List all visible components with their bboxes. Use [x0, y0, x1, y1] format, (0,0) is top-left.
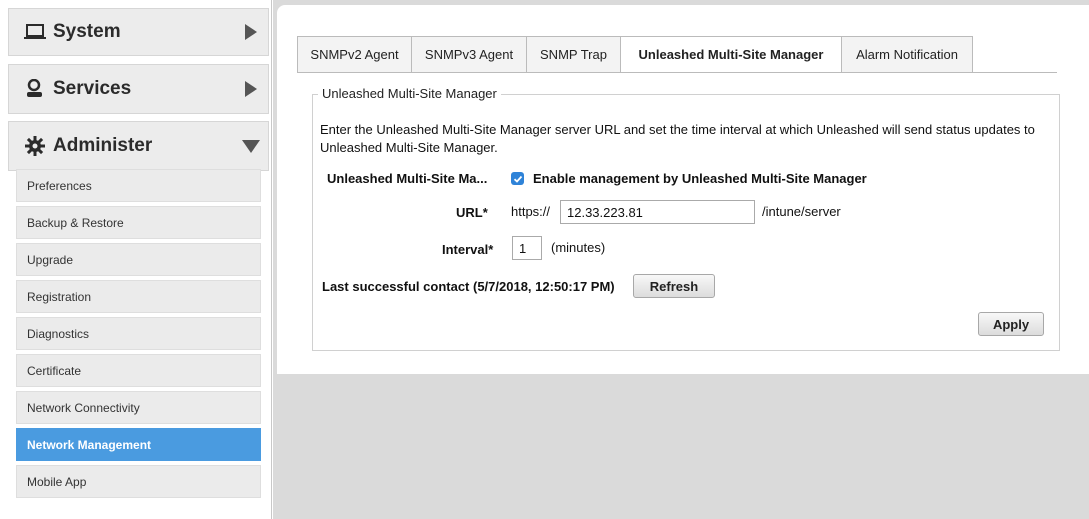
sidebar-item-upgrade[interactable]: Upgrade — [16, 243, 261, 276]
sidebar-item-backup-restore[interactable]: Backup & Restore — [16, 206, 261, 239]
interval-unit: (minutes) — [551, 240, 606, 255]
enable-management-label[interactable]: Enable management by Unleashed Multi-Sit… — [533, 171, 867, 186]
apply-button[interactable]: Apply — [978, 312, 1044, 336]
tab-snmpv3-agent[interactable]: SNMPv3 Agent — [411, 36, 527, 73]
laptop-icon — [23, 21, 47, 43]
url-prefix: https:// — [511, 204, 551, 219]
sidebar-item-network-connectivity[interactable]: Network Connectivity — [16, 391, 261, 424]
sidebar-section-label: Services — [53, 78, 132, 99]
url-suffix: /intune/server — [762, 204, 841, 219]
sidebar-section-system[interactable]: System — [8, 8, 269, 56]
services-icon — [23, 78, 47, 100]
sidebar-section-label: System — [53, 21, 121, 42]
sidebar-section-label: Administer — [53, 135, 153, 156]
url-label: URL* — [456, 205, 488, 220]
sidebar-item-preferences[interactable]: Preferences — [16, 169, 261, 202]
refresh-button[interactable]: Refresh — [633, 274, 715, 298]
sidebar-section-administer[interactable]: Administer — [8, 121, 269, 171]
sidebar-item-mobile-app[interactable]: Mobile App — [16, 465, 261, 498]
tab-snmpv2-agent[interactable]: SNMPv2 Agent — [297, 36, 412, 73]
description-text: Enter the Unleashed Multi-Site Manager s… — [320, 122, 1035, 155]
fieldset-legend: Unleashed Multi-Site Manager — [318, 86, 501, 101]
enable-management-checkbox[interactable] — [511, 172, 524, 185]
tab-alarm-notification[interactable]: Alarm Notification — [841, 36, 973, 73]
tab-unleashed-multi-site-manager[interactable]: Unleashed Multi-Site Manager — [620, 36, 842, 73]
sidebar-item-registration[interactable]: Registration — [16, 280, 261, 313]
sidebar-item-diagnostics[interactable]: Diagnostics — [16, 317, 261, 350]
sidebar-item-certificate[interactable]: Certificate — [16, 354, 261, 387]
chevron-right-icon — [244, 81, 258, 97]
tab-bar: SNMPv2 Agent SNMPv3 Agent SNMP Trap Unle… — [297, 36, 973, 73]
checkmark-icon — [513, 175, 522, 183]
manage-label: Unleashed Multi-Site Ma... — [327, 171, 488, 186]
last-contact-text: Last successful contact (5/7/2018, 12:50… — [322, 279, 615, 294]
tab-divider — [297, 72, 1057, 73]
gear-icon — [23, 135, 47, 157]
sidebar: System Services Administer Preferences B… — [0, 0, 272, 519]
tab-snmp-trap[interactable]: SNMP Trap — [526, 36, 621, 73]
chevron-down-icon — [242, 138, 260, 154]
sidebar-item-network-management[interactable]: Network Management — [16, 428, 261, 461]
chevron-right-icon — [244, 24, 258, 40]
url-input[interactable] — [560, 200, 755, 224]
interval-input[interactable] — [512, 236, 542, 260]
interval-label: Interval* — [442, 242, 494, 257]
sidebar-section-services[interactable]: Services — [8, 64, 269, 114]
